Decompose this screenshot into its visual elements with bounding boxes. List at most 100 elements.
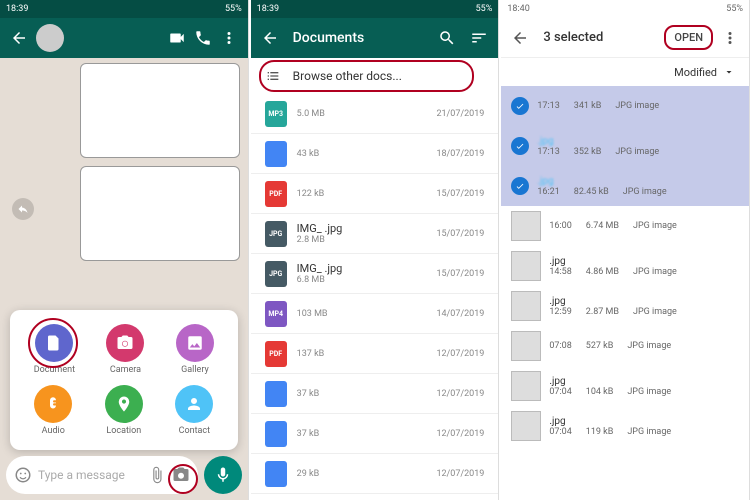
forward-icon[interactable] xyxy=(12,198,34,220)
attach-contact[interactable]: Contact xyxy=(175,385,213,436)
file-size: 6.74 MB xyxy=(586,221,619,231)
video-call-icon[interactable] xyxy=(168,29,186,47)
document-row[interactable]: JPGIMG_ .jpg2.8 MB15/07/2019 xyxy=(251,214,499,254)
file-row[interactable]: .jpg16:2182.45 kBJPG image xyxy=(501,166,749,206)
file-type: JPG image xyxy=(633,307,677,317)
file-row[interactable]: 16:006.74 MBJPG image xyxy=(501,206,749,246)
file-size: 29 kB xyxy=(297,469,427,479)
file-size: 6.8 MB xyxy=(297,275,427,285)
file-size: 5.0 MB xyxy=(297,109,427,119)
document-row[interactable]: 37 kB12/07/2019 xyxy=(251,414,499,454)
attach-audio[interactable]: Audio xyxy=(34,385,72,436)
file-date: 15/07/2019 xyxy=(436,229,484,239)
file-type-icon: JPG xyxy=(265,221,287,247)
emoji-icon[interactable] xyxy=(14,466,32,484)
file-type-icon xyxy=(265,421,287,447)
file-type: JPG image xyxy=(627,387,671,397)
file-name: .jpg xyxy=(549,416,739,427)
file-date: 15/07/2019 xyxy=(436,269,484,279)
file-thumbnail xyxy=(511,371,541,401)
status-time: 18:39 xyxy=(6,4,28,14)
file-row[interactable]: .jpg07:04119 kBJPG image xyxy=(501,406,749,446)
file-thumbnail xyxy=(511,251,541,281)
search-icon[interactable] xyxy=(438,29,456,47)
document-row[interactable]: 37 kB12/07/2019 xyxy=(251,374,499,414)
file-row[interactable]: .jpg14:584.86 MBJPG image xyxy=(501,246,749,286)
file-type: JPG image xyxy=(633,221,677,231)
panel-file-browser: 18:40 55% 3 selected OPEN Modified 17:13… xyxy=(501,0,750,500)
selection-appbar: 3 selected OPEN xyxy=(501,18,749,58)
file-name: .jpg xyxy=(537,176,739,187)
file-type: JPG image xyxy=(627,341,671,351)
status-bar: 18:39 55% xyxy=(251,0,499,18)
image-bubble[interactable] xyxy=(80,166,240,261)
sort-icon[interactable] xyxy=(470,29,488,47)
voice-call-icon[interactable] xyxy=(194,29,212,47)
mic-button[interactable] xyxy=(204,456,242,494)
file-name: .jpg xyxy=(549,376,739,387)
file-date: 12/07/2019 xyxy=(436,429,484,439)
attach-icon[interactable] xyxy=(148,466,166,484)
document-row[interactable]: JPGIMG_ .jpg6.8 MB15/07/2019 xyxy=(251,254,499,294)
attach-location[interactable]: Location xyxy=(105,385,143,436)
document-row[interactable]: PDF 122 kB 15/07/2019 xyxy=(251,174,499,214)
file-size: 104 kB xyxy=(586,387,614,397)
back-icon[interactable] xyxy=(10,29,28,47)
file-time: 16:21 xyxy=(537,187,559,197)
file-type: JPG image xyxy=(627,427,671,437)
gallery-icon xyxy=(176,324,214,362)
highlight-ring xyxy=(28,318,78,368)
highlight-ring xyxy=(664,25,713,50)
chat-appbar xyxy=(0,18,248,58)
panel-whatsapp-chat: 18:39 55% Document Camera xyxy=(0,0,249,500)
file-time: 17:13 xyxy=(537,101,559,111)
audio-icon xyxy=(34,385,72,423)
file-row[interactable]: 17:13341 kBJPG image xyxy=(501,86,749,126)
contact-avatar[interactable] xyxy=(36,24,64,52)
file-row[interactable]: 07:08 527 kB JPG image xyxy=(501,326,749,366)
sort-dropdown[interactable]: Modified xyxy=(501,58,749,86)
document-row[interactable]: 43 kB18/07/2019 xyxy=(251,134,499,174)
image-bubble[interactable] xyxy=(80,63,240,158)
file-name: IMG_ .jpg xyxy=(297,222,427,235)
file-type-icon: JPG xyxy=(265,261,287,287)
back-icon[interactable] xyxy=(511,29,529,47)
file-type: JPG image xyxy=(623,187,667,197)
file-size: 122 kB xyxy=(297,189,427,199)
file-size: 341 kB xyxy=(574,101,602,111)
highlight-ring xyxy=(259,60,475,92)
file-row[interactable]: .jpg07:04104 kBJPG image xyxy=(501,366,749,406)
contact-icon xyxy=(175,385,213,423)
back-icon[interactable] xyxy=(261,29,279,47)
file-row[interactable]: .jpg12:592.87 MBJPG image xyxy=(501,286,749,326)
file-name: .jpg xyxy=(537,136,739,147)
check-icon xyxy=(511,177,529,195)
attach-camera[interactable]: Camera xyxy=(106,324,144,375)
file-size: 43 kB xyxy=(297,149,427,159)
file-thumbnail xyxy=(511,211,541,241)
file-type-icon: PDF xyxy=(265,181,287,207)
file-name: .jpg xyxy=(549,256,739,267)
file-date: 12/07/2019 xyxy=(436,349,484,359)
overflow-icon[interactable] xyxy=(220,29,238,47)
file-name: .jpg xyxy=(549,296,739,307)
file-time: 07:08 xyxy=(549,341,571,351)
file-type-icon xyxy=(265,141,287,167)
file-size: 37 kB xyxy=(297,389,427,399)
file-row[interactable]: .jpg17:13352 kBJPG image xyxy=(501,126,749,166)
file-date: 15/07/2019 xyxy=(436,189,484,199)
document-row[interactable]: PDF137 kB12/07/2019 xyxy=(251,334,499,374)
attach-gallery[interactable]: Gallery xyxy=(176,324,214,375)
document-row[interactable]: 29 kB 12/07/2019 xyxy=(251,454,499,494)
browse-other-docs[interactable]: Browse other docs... xyxy=(251,58,499,94)
file-date: 12/07/2019 xyxy=(436,469,484,479)
document-row[interactable]: MP4103 MB14/07/2019 xyxy=(251,294,499,334)
open-button[interactable]: OPEN xyxy=(670,28,707,47)
document-row[interactable]: MP35.0 MB21/07/2019 xyxy=(251,94,499,134)
highlight-ring xyxy=(168,464,198,494)
overflow-icon[interactable] xyxy=(721,29,739,47)
file-size: 527 kB xyxy=(586,341,614,351)
file-size: 2.87 MB xyxy=(586,307,619,317)
check-icon xyxy=(511,97,529,115)
attach-document[interactable]: Document xyxy=(34,324,75,375)
